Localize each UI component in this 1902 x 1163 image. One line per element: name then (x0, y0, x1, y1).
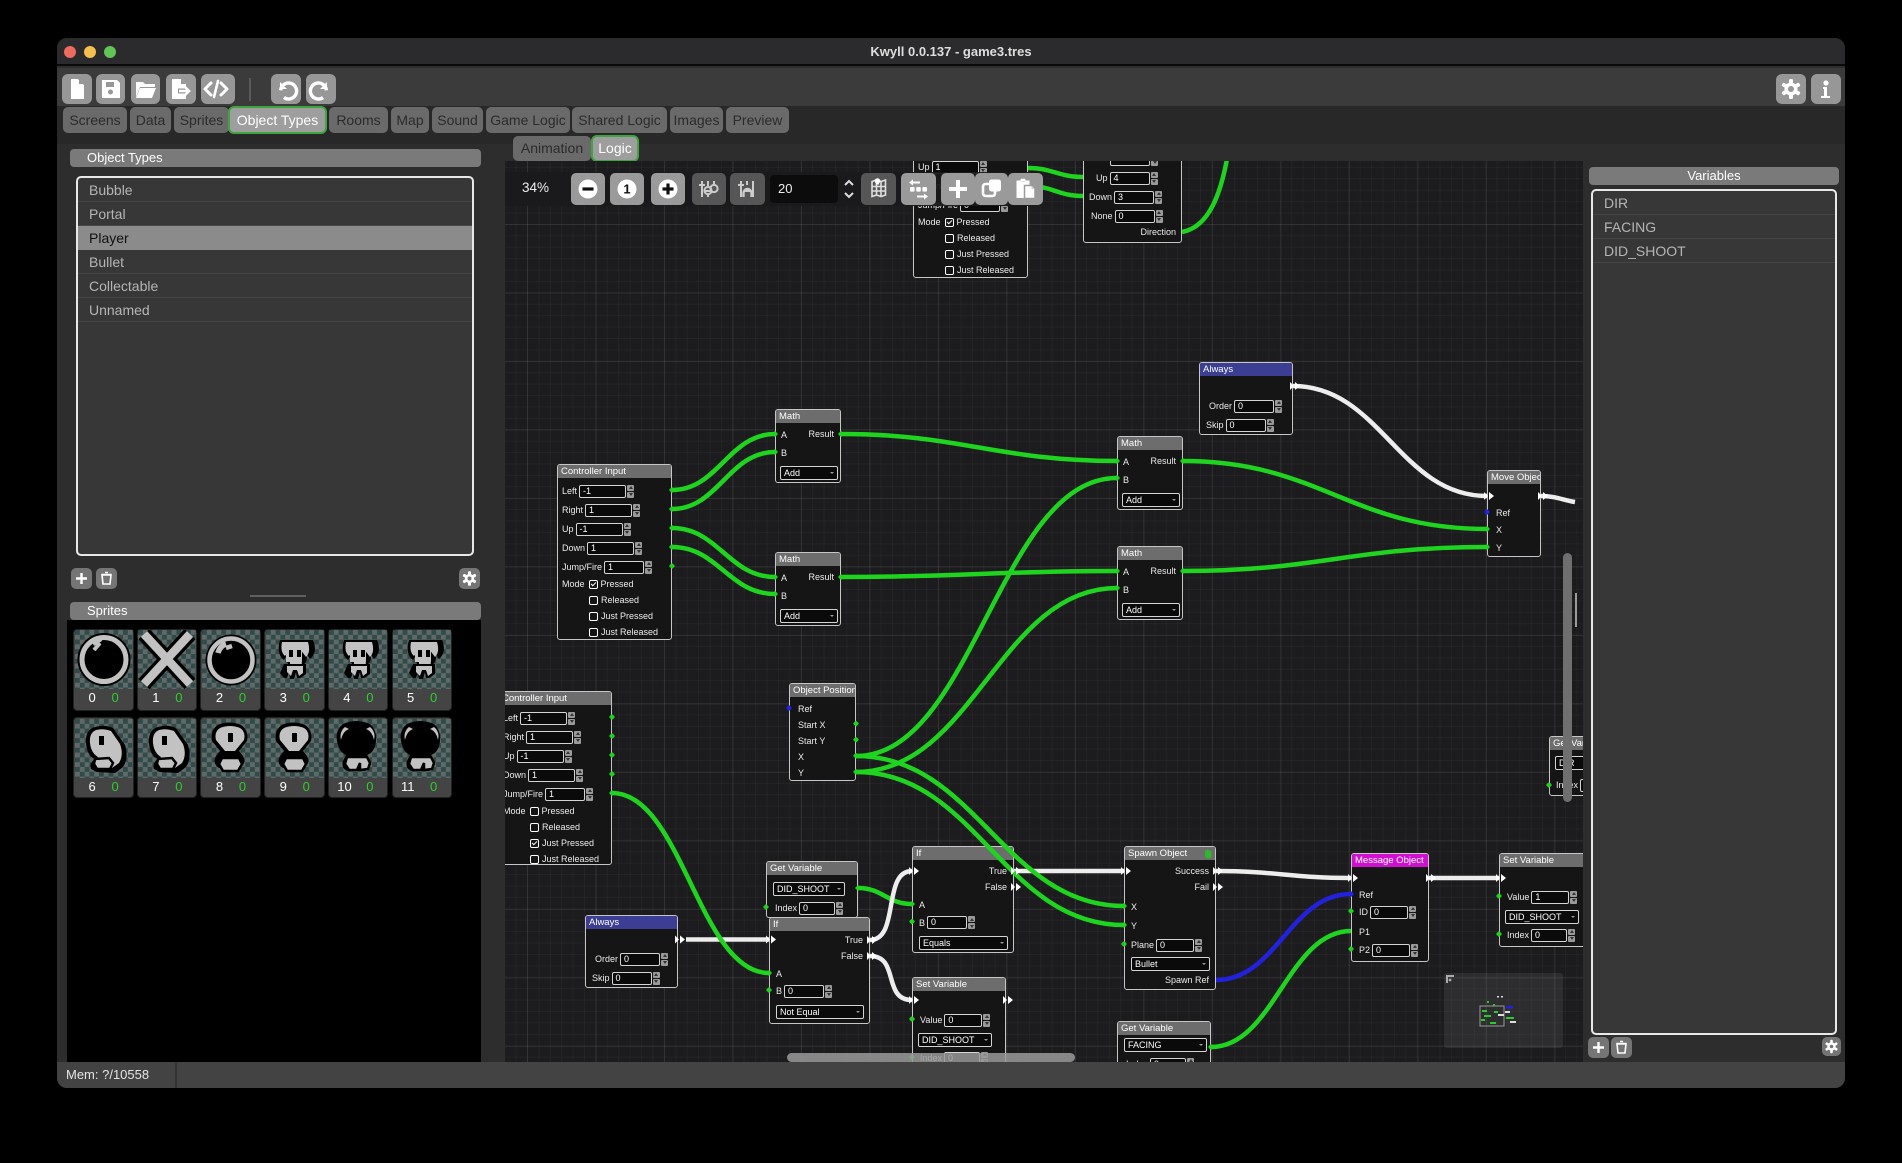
svg-text:1: 1 (623, 182, 630, 197)
